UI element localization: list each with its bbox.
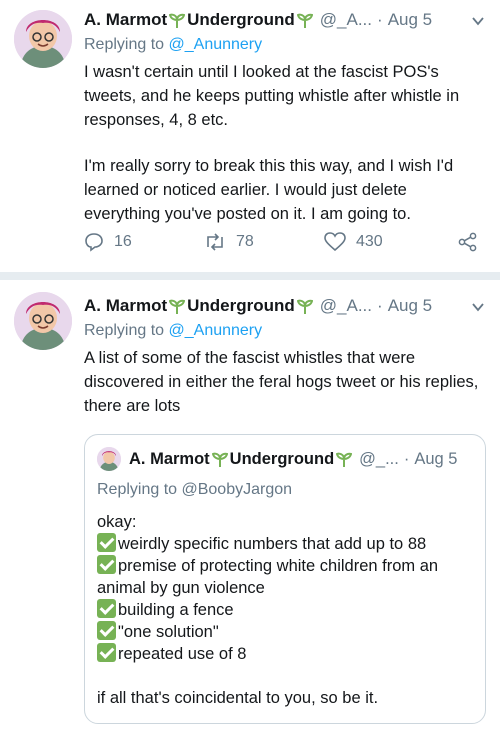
quoted-avatar[interactable]	[97, 447, 121, 471]
check-mark-icon	[97, 533, 116, 552]
share-icon	[458, 232, 477, 252]
reply-icon	[85, 233, 103, 252]
author-name-suffix[interactable]: Underground	[187, 296, 295, 316]
seedling-icon	[211, 452, 228, 467]
seedling-icon	[169, 13, 186, 28]
avatar-illustration	[14, 10, 72, 68]
quoted-outro: if all that's coincidental to you, so be…	[97, 689, 379, 707]
author-name[interactable]: A. Marmot	[84, 296, 167, 316]
chevron-down-icon[interactable]	[470, 299, 486, 315]
tweet-header: A. Marmot Underground @_A... · Aug 5	[84, 8, 432, 32]
seedling-icon	[296, 13, 313, 28]
replying-to-label: Replying to	[84, 322, 165, 339]
quoted-author-handle: @_...	[359, 449, 399, 468]
avatar[interactable]	[14, 292, 72, 350]
quoted-list-item-text: "one solution"	[118, 623, 219, 641]
reply-count: 16	[114, 233, 132, 250]
like-button[interactable]: 430	[324, 232, 454, 252]
retweet-button[interactable]: 78	[204, 232, 324, 252]
check-mark-icon	[97, 599, 116, 618]
tweet-divider	[0, 272, 500, 280]
reply-context: Replying to @_Anunnery	[84, 36, 262, 54]
separator-dot: ·	[377, 10, 383, 29]
tweet-header: A. Marmot Underground @_A... · Aug 5	[84, 294, 432, 318]
tweet-date[interactable]: Aug 5	[388, 10, 432, 30]
quoted-reply-context: Replying to @BoobyJargon	[97, 481, 293, 498]
avatar[interactable]	[14, 10, 72, 68]
quoted-list-item: building a fence	[97, 599, 477, 621]
separator-dot: ·	[377, 296, 383, 315]
tweet-text: I wasn't certain until I looked at the f…	[84, 60, 484, 226]
author-name-suffix[interactable]: Underground	[187, 10, 295, 30]
like-count: 430	[356, 233, 383, 250]
tweet-actions: 16 78 430	[84, 230, 488, 254]
avatar-illustration	[14, 292, 72, 350]
tweet-paragraph: A list of some of the fascist whistles t…	[84, 349, 479, 415]
quoted-intro: okay:	[97, 513, 137, 531]
check-mark-icon	[97, 621, 116, 640]
quoted-list-item-text: weirdly specific numbers that add up to …	[118, 535, 427, 553]
avatar-illustration	[97, 447, 121, 471]
tweet-text: A list of some of the fascist whistles t…	[84, 346, 484, 418]
check-mark-icon	[97, 643, 116, 662]
quoted-list-item: repeated use of 8	[97, 643, 477, 665]
seedling-icon	[336, 452, 353, 467]
quoted-list-item-text: building a fence	[118, 601, 234, 619]
chevron-down-icon[interactable]	[470, 13, 486, 29]
quoted-list-item-text: repeated use of 8	[118, 645, 247, 663]
quoted-header: A. Marmot Underground @_... · Aug 5	[129, 447, 457, 471]
check-mark-icon	[97, 555, 116, 574]
retweet-icon	[207, 233, 223, 251]
quoted-tweet[interactable]: A. Marmot Underground @_... · Aug 5 Repl…	[84, 434, 486, 724]
seedling-icon	[296, 299, 313, 314]
author-handle[interactable]: @_A...	[320, 296, 372, 316]
share-button[interactable]	[458, 232, 488, 252]
author-name[interactable]: A. Marmot	[84, 10, 167, 30]
tweet-1[interactable]: A. Marmot Underground @_A... · Aug 5 Rep…	[0, 0, 500, 270]
quoted-date: Aug 5	[414, 449, 458, 468]
seedling-icon	[169, 299, 186, 314]
quoted-author-name-suffix: Underground	[229, 449, 335, 468]
quoted-list-item: weirdly specific numbers that add up to …	[97, 533, 477, 555]
reply-to-handle[interactable]: @_Anunnery	[169, 322, 263, 339]
reply-to-handle[interactable]: @_Anunnery	[169, 36, 263, 53]
heart-icon	[324, 232, 346, 252]
quoted-author-name: A. Marmot	[129, 449, 210, 468]
quoted-list-item: "one solution"	[97, 621, 477, 643]
tweet-date[interactable]: Aug 5	[388, 296, 432, 316]
reply-context: Replying to @_Anunnery	[84, 322, 262, 340]
replying-to-label: Replying to	[84, 36, 165, 53]
author-handle[interactable]: @_A...	[320, 10, 372, 30]
quoted-list-item-text: premise of protecting white children fro…	[97, 557, 439, 597]
tweet-paragraph: I wasn't certain until I looked at the f…	[84, 63, 460, 129]
reply-button[interactable]: 16	[84, 232, 204, 252]
retweet-count: 78	[236, 233, 254, 250]
quoted-text: okay: weirdly specific numbers that add …	[97, 511, 477, 709]
tweet-paragraph: I'm really sorry to break this this way,…	[84, 157, 454, 223]
separator-dot: ·	[403, 449, 410, 468]
quoted-list-item: premise of protecting white children fro…	[97, 555, 477, 599]
